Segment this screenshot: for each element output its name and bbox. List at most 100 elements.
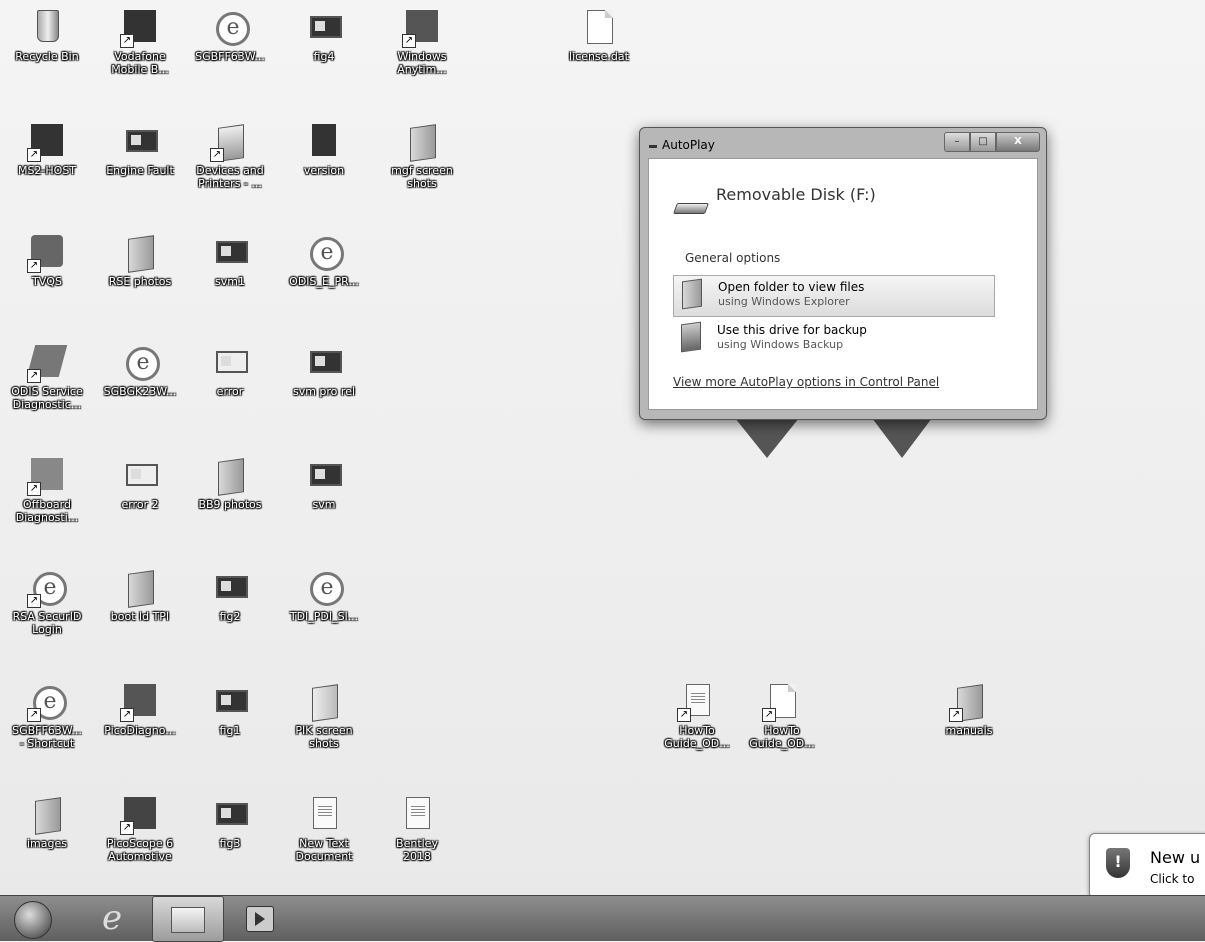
desktop-icon-svm[interactable]: svm — [283, 456, 365, 511]
desktop-icon-tdi-pdi[interactable]: e TDI_PDI_Sl... — [283, 568, 365, 623]
desktop-icon-label: TVQS — [32, 275, 62, 288]
desktop-icon-rsa-securid[interactable]: e ↗ RSA SecurID Login — [6, 568, 88, 636]
desktop-icon-fig1[interactable]: fig1 — [189, 682, 271, 737]
desktop-icon-label: TDI_PDI_Sl... — [289, 610, 359, 623]
desktop-icon-new-text-document[interactable]: New Text Document — [283, 795, 365, 863]
dialog-body: Removable Disk (F:) General options Open… — [648, 158, 1038, 410]
internet-shortcut-icon: e — [304, 233, 344, 273]
app-icon: ↗ — [27, 456, 67, 496]
desktop-icon-images[interactable]: images — [6, 795, 88, 850]
desktop-icon-label: RSA SecurID Login — [12, 610, 82, 636]
desktop-icon-howto-guide-2[interactable]: ↗ HowTo Guide_OD... — [741, 682, 823, 750]
desktop-icon-label: Windows Anytim... — [397, 50, 447, 76]
desktop-icon-license-dat[interactable]: license.dat — [558, 8, 640, 63]
dialog-title: AutoPlay — [662, 138, 715, 152]
desktop-icon-label: New Text Document — [295, 837, 353, 863]
folder-icon — [120, 568, 160, 608]
desktop-icon-ms2-host[interactable]: ↗ MS2-HOST — [6, 122, 88, 177]
desktop-icon-fig2[interactable]: fig2 — [189, 568, 271, 623]
start-button[interactable] — [14, 901, 52, 939]
desktop-icon-bentley-2018[interactable]: Bentley 2018 — [376, 795, 458, 863]
notification-balloon[interactable]: ! New u Click to — [1089, 833, 1205, 899]
close-button[interactable]: X — [996, 132, 1040, 152]
removable-disk-icon — [673, 199, 707, 217]
desktop-icon-svm1[interactable]: svm1 — [189, 233, 271, 288]
desktop-icon-recycle-bin[interactable]: Recycle Bin — [6, 8, 88, 63]
desktop-icon-version[interactable]: version — [283, 122, 365, 177]
desktop-icon-label: svm1 — [215, 275, 245, 288]
desktop-icon-engine-fault[interactable]: Engine Fault — [99, 122, 181, 177]
desktop-icon-label: error — [216, 385, 244, 398]
recycle-bin-icon — [27, 8, 67, 48]
desktop-icon-bb9-photos[interactable]: BB9 photos — [189, 456, 271, 511]
desktop-icon-picodiagnostics[interactable]: ↗ PicoDiagno... — [99, 682, 181, 737]
desktop-icon-offboard-diagnostic[interactable]: ↗ Offboard Diagnosti... — [6, 456, 88, 524]
backup-option[interactable]: Use this drive for backup using Windows … — [673, 319, 993, 359]
option-subtitle: using Windows Explorer — [718, 295, 850, 308]
desktop-icon-svm-pro-rel[interactable]: svm pro rel — [283, 343, 365, 398]
maximize-button[interactable]: □ — [970, 132, 996, 152]
file-icon — [579, 8, 619, 48]
desktop-icon-boot-ld-tpi[interactable]: boot ld TPI — [99, 568, 181, 623]
image-file-icon — [210, 343, 250, 383]
open-folder-option[interactable]: Open folder to view files using Windows … — [673, 275, 995, 317]
image-file-icon — [210, 233, 250, 273]
windows-explorer-taskbar-icon[interactable] — [152, 896, 224, 942]
desktop-icon-manuals[interactable]: ↗ manuals — [928, 682, 1010, 737]
dialog-pointer-left — [735, 418, 799, 458]
desktop-icon-picoscope[interactable]: ↗ PicoScope 6 Automotive — [99, 795, 181, 863]
pdf-icon: ↗ — [762, 682, 802, 722]
app-icon: ↗ — [26, 343, 68, 383]
image-file-icon — [210, 682, 250, 722]
desktop-icon-error-2[interactable]: error 2 — [99, 456, 181, 511]
device-name: Removable Disk (F:) — [716, 185, 876, 204]
desktop-icon-vodafone[interactable]: ↗ Vodafone Mobile B... — [99, 8, 181, 76]
desktop-icon-devices-printers[interactable]: ↗ Devices and Printers - ... — [189, 122, 271, 190]
desktop-icon-label: PicoDiagno... — [104, 724, 176, 737]
desktop-icon-tvqs[interactable]: ↗ TVQS — [6, 233, 88, 288]
shield-icon: ! — [1106, 848, 1130, 878]
desktop-icon-pik-screen-shots[interactable]: PIK screen shots — [283, 682, 365, 750]
image-file-icon — [120, 456, 160, 496]
text-file-icon — [397, 795, 437, 835]
image-file-icon — [304, 456, 344, 496]
text-file-icon — [304, 795, 344, 835]
image-file-icon — [120, 122, 160, 162]
desktop-icon-label: images — [27, 837, 67, 850]
desktop-icon-fig4[interactable]: fig4 — [283, 8, 365, 63]
desktop-icon-label: boot ld TPI — [110, 610, 170, 623]
desktop-icon-fig3[interactable]: fig3 — [189, 795, 271, 850]
desktop-icon-sgbgk23w[interactable]: e SGBGK23W... — [99, 343, 181, 398]
desktop-icon-mgf-screen-shots[interactable]: mgf screen shots — [381, 122, 463, 190]
desktop-icon-error[interactable]: error — [189, 343, 271, 398]
folder-icon — [210, 456, 250, 496]
desktop-icon-rse-photos[interactable]: RSE photos — [99, 233, 181, 288]
desktop-icon-label: Devices and Printers - ... — [196, 164, 264, 190]
desktop-icon-sgbff63w[interactable]: e SGBFF63W... — [189, 8, 271, 63]
autoplay-title-icon — [649, 145, 657, 148]
image-file-icon — [210, 795, 250, 835]
internet-explorer-taskbar-icon[interactable]: e — [88, 898, 136, 938]
desktop-icon-odis-service[interactable]: ↗ ODIS Service Diagnostic... — [6, 343, 88, 411]
desktop-icon-windows-anytime[interactable]: ↗ Windows Anytim... — [381, 8, 463, 76]
desktop-icon-howto-guide-1[interactable]: ↗ HowTo Guide_OD... — [656, 682, 738, 750]
desktop-icon-label: error 2 — [121, 498, 159, 511]
internet-shortcut-icon: e — [304, 568, 344, 608]
desktop-icon-label: Engine Fault — [106, 164, 174, 177]
media-player-taskbar-icon[interactable] — [246, 906, 274, 932]
app-icon: ↗ — [120, 795, 160, 835]
control-panel-link[interactable]: View more AutoPlay options in Control Pa… — [673, 375, 939, 389]
notification-subtitle: Click to — [1150, 872, 1195, 886]
desktop-icon-label: MS2-HOST — [17, 164, 77, 177]
desktop-icon-label: Bentley 2018 — [396, 837, 438, 863]
desktop-icon-sgbff63w-shortcut[interactable]: e ↗ SGBFF63W... - Shortcut — [6, 682, 88, 750]
desktop-icon-label: BB9 photos — [198, 498, 262, 511]
desktop-icon-label: svm pro rel — [292, 385, 356, 398]
desktop-icon-label: license.dat — [569, 50, 629, 63]
desktop-icon-label: fig1 — [219, 724, 241, 737]
desktop-icon-odis-e-pr[interactable]: e ODIS_E_PR... — [283, 233, 365, 288]
minimize-button[interactable]: – — [944, 132, 970, 152]
desktop-icon-label: SGBFF63W... — [195, 50, 265, 63]
option-subtitle: using Windows Backup — [717, 338, 844, 351]
desktop-icon-label: Recycle Bin — [15, 50, 79, 63]
